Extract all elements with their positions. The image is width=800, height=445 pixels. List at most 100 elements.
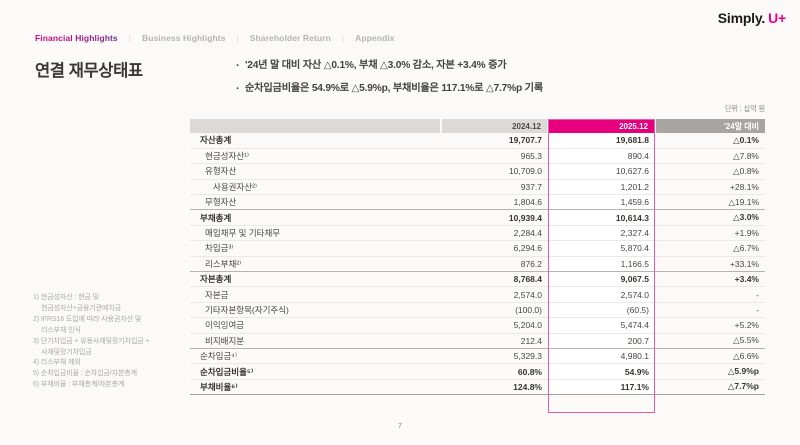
value-delta: △0.8% — [655, 164, 765, 179]
footnote-line: 3) 단기차입금 + 유동사채및장기차입금 + — [33, 337, 191, 348]
bullet-text: '24년 말 대비 자산 △0.1%, 부채 △3.0% 감소, 자본 +3.4… — [245, 55, 506, 78]
page-number: 7 — [0, 421, 800, 430]
table-row: 비지배지분212.4200.7△5.5% — [190, 333, 765, 348]
row-label: 무형자산 — [190, 195, 441, 210]
value-2025: 10,627.6 — [548, 164, 655, 179]
value-delta: △6.7% — [655, 241, 765, 256]
table-row: 부채총계10,939.410,614.3△3.0% — [190, 210, 765, 225]
footnote-line: 4) 리스부채 제외 — [33, 358, 191, 369]
value-2024: 2,284.4 — [441, 225, 548, 240]
row-label: 자본금 — [190, 287, 441, 302]
value-2024: 124.8% — [441, 379, 548, 394]
value-2024: 6,294.6 — [441, 241, 548, 256]
value-delta: +28.1% — [655, 179, 765, 194]
value-delta: △19.1% — [655, 195, 765, 210]
slide-nav: Financial Highlights | Business Highlights… — [35, 33, 395, 43]
value-delta: △3.0% — [655, 210, 765, 225]
value-2024: 10,939.4 — [441, 210, 548, 225]
nav-separator: | — [237, 34, 239, 43]
bullet-marker-icon: · — [236, 78, 245, 101]
value-2024: 212.4 — [441, 333, 548, 348]
table-row: 순차입금비율⁵⁾60.8%54.9%△5.9%p — [190, 364, 765, 379]
nav-separator: | — [342, 34, 344, 43]
row-label: 부채비율⁶⁾ — [190, 379, 441, 394]
table-row: 자산총계19,707.719,681.8△0.1% — [190, 133, 765, 148]
row-label: 매입채무 및 기타채무 — [190, 225, 441, 240]
value-2024: 937.7 — [441, 179, 548, 194]
value-2025: 2,327.4 — [548, 225, 655, 240]
value-delta: △7.7%p — [655, 379, 765, 394]
value-2024: 5,204.0 — [441, 318, 548, 333]
footnote-line: 5) 순차입금비율 : 순차입금/자본총계 — [33, 369, 191, 380]
value-delta: +5.2% — [655, 318, 765, 333]
value-2025: 890.4 — [548, 148, 655, 163]
value-2025: 19,681.8 — [548, 133, 655, 148]
footnote-line: 사채및장기차입금 — [33, 348, 191, 359]
table-row: 순차입금⁴⁾5,329.34,980.1△6.6% — [190, 348, 765, 363]
value-2024: 876.2 — [441, 256, 548, 271]
row-label: 자본총계 — [190, 272, 441, 287]
header-2024-column: 2024.12 — [441, 119, 548, 133]
value-2024: 19,707.7 — [441, 133, 548, 148]
value-2025: 54.9% — [548, 364, 655, 379]
value-2024: 2,574.0 — [441, 287, 548, 302]
value-2025: 1,201.2 — [548, 179, 655, 194]
nav-item-shareholder-return[interactable]: Shareholder Return — [250, 33, 331, 43]
footnote-line: 2) IFRS16 도입에 따라 사용권자산 및 — [33, 315, 191, 326]
value-delta: △5.5% — [655, 333, 765, 348]
table-row: 기타자본항목(자기주식)(100.0)(60.5)- — [190, 302, 765, 317]
header-delta-column: '24말 대비 — [655, 119, 765, 133]
table-row: 사용권자산²⁾937.71,201.2+28.1% — [190, 179, 765, 194]
nav-item-appendix[interactable]: Appendix — [355, 33, 395, 43]
value-2024: (100.0) — [441, 302, 548, 317]
value-delta: +33.1% — [655, 256, 765, 271]
nav-separator: | — [129, 34, 131, 43]
logo-uplus-text: U+ — [768, 10, 786, 26]
value-delta: - — [655, 287, 765, 302]
table-row: 리스부채²⁾876.21,166.5+33.1% — [190, 256, 765, 271]
header-2025-column: 2025.12 — [548, 119, 655, 133]
value-2025: 2,574.0 — [548, 287, 655, 302]
table-row: 무형자산1,804.61,459.6△19.1% — [190, 195, 765, 210]
nav-item-financial-highlights[interactable]: Financial Highlights — [35, 33, 118, 43]
value-delta: - — [655, 302, 765, 317]
table-header-row: 2024.12 2025.12 '24말 대비 — [190, 119, 765, 133]
value-2025: (60.5) — [548, 302, 655, 317]
row-label: 부채총계 — [190, 210, 441, 225]
footnotes: 1) 현금성자산 : 현금 및현금성자산+금융기관예치금2) IFRS16 도입… — [33, 293, 191, 391]
logo-simply-text: Simply. — [718, 10, 765, 26]
table-row: 자본총계8,768.49,067.5+3.4% — [190, 272, 765, 287]
row-label: 차입금³⁾ — [190, 241, 441, 256]
value-2024: 5,329.3 — [441, 348, 548, 363]
value-2025: 4,980.1 — [548, 348, 655, 363]
value-2025: 1,166.5 — [548, 256, 655, 271]
bullet-marker-icon: · — [236, 55, 245, 78]
balance-sheet-table: 2024.12 2025.12 '24말 대비 자산총계19,707.719,6… — [190, 119, 765, 395]
value-2025: 9,067.5 — [548, 272, 655, 287]
table-row: 자본금2,574.02,574.0- — [190, 287, 765, 302]
row-label: 유형자산 — [190, 164, 441, 179]
footnote-line: 현금성자산+금융기관예치금 — [33, 304, 191, 315]
value-2025: 5,474.4 — [548, 318, 655, 333]
value-2025: 5,870.4 — [548, 241, 655, 256]
table-row: 현금성자산¹⁾965.3890.4△7.8% — [190, 148, 765, 163]
table-row: 부채비율⁶⁾124.8%117.1%△7.7%p — [190, 379, 765, 394]
value-2024: 8,768.4 — [441, 272, 548, 287]
value-delta: +1.9% — [655, 225, 765, 240]
footnote-line: 6) 부채비율 : 부채총계/자본총계 — [33, 380, 191, 391]
bullet-line: ·순차입금비율은 54.9%로 △5.9%p, 부채비율은 117.1%로 △7… — [236, 78, 543, 101]
row-label: 현금성자산¹⁾ — [190, 148, 441, 163]
value-2024: 60.8% — [441, 364, 548, 379]
nav-item-business-highlights[interactable]: Business Highlights — [142, 33, 226, 43]
value-2024: 965.3 — [441, 148, 548, 163]
header-label-column — [190, 119, 441, 133]
value-2024: 10,709.0 — [441, 164, 548, 179]
bullet-line: ·'24년 말 대비 자산 △0.1%, 부채 △3.0% 감소, 자본 +3.… — [236, 55, 543, 78]
value-2025: 200.7 — [548, 333, 655, 348]
value-2025: 1,459.6 — [548, 195, 655, 210]
simply-uplus-logo: Simply.U+ — [718, 10, 786, 26]
table-row: 유형자산10,709.010,627.6△0.8% — [190, 164, 765, 179]
footnote-line: 리스부채 인식 — [33, 326, 191, 337]
value-2024: 1,804.6 — [441, 195, 548, 210]
bullet-text: 순차입금비율은 54.9%로 △5.9%p, 부채비율은 117.1%로 △7.… — [245, 78, 543, 101]
